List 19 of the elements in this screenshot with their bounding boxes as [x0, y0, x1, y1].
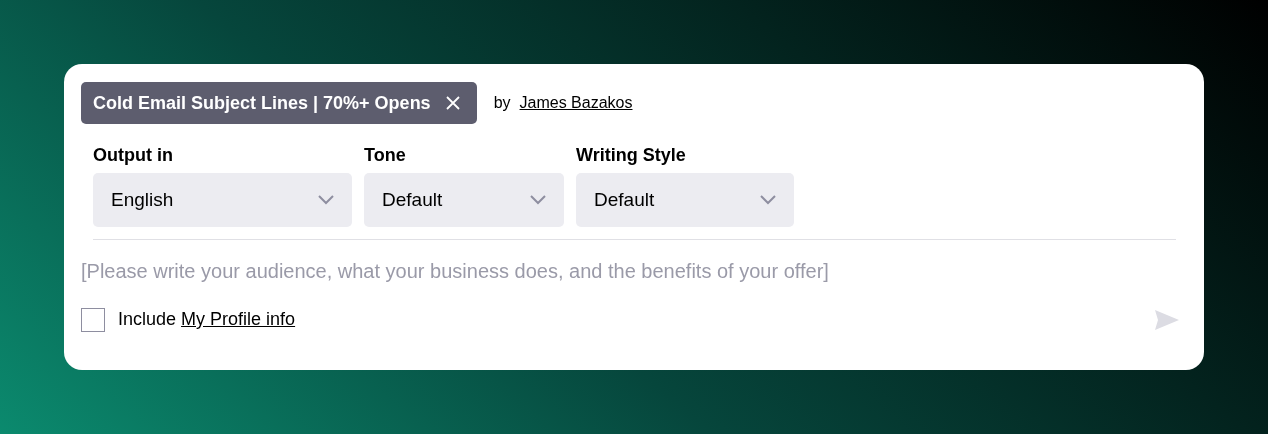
select-label: Tone	[364, 144, 407, 167]
chevron-down-icon	[318, 195, 334, 205]
select-label: Output in	[93, 144, 174, 167]
dropdown[interactable]: English	[93, 173, 352, 227]
prompt-title: Cold Email Subject Lines | 70%+ Opens	[93, 91, 431, 115]
dropdown[interactable]: Default	[576, 173, 794, 227]
checkbox[interactable]	[81, 307, 105, 332]
author-link[interactable]: James Bazakos	[519, 91, 633, 115]
profile-link[interactable]: My Profile info	[181, 306, 296, 333]
select-label: Writing Style	[576, 144, 687, 167]
by-label: by	[493, 93, 511, 113]
chevron-down-icon	[760, 195, 776, 205]
dropdown[interactable]: Default	[364, 173, 564, 227]
close-button[interactable]	[444, 95, 461, 111]
close-icon	[444, 95, 461, 111]
include-label: Include	[118, 308, 177, 331]
send-icon	[1154, 308, 1180, 331]
prompt-input[interactable]: [Please write your audience, what your business does, and the benefits of your offer]	[81, 256, 1176, 286]
chevron-down-icon	[530, 195, 546, 205]
